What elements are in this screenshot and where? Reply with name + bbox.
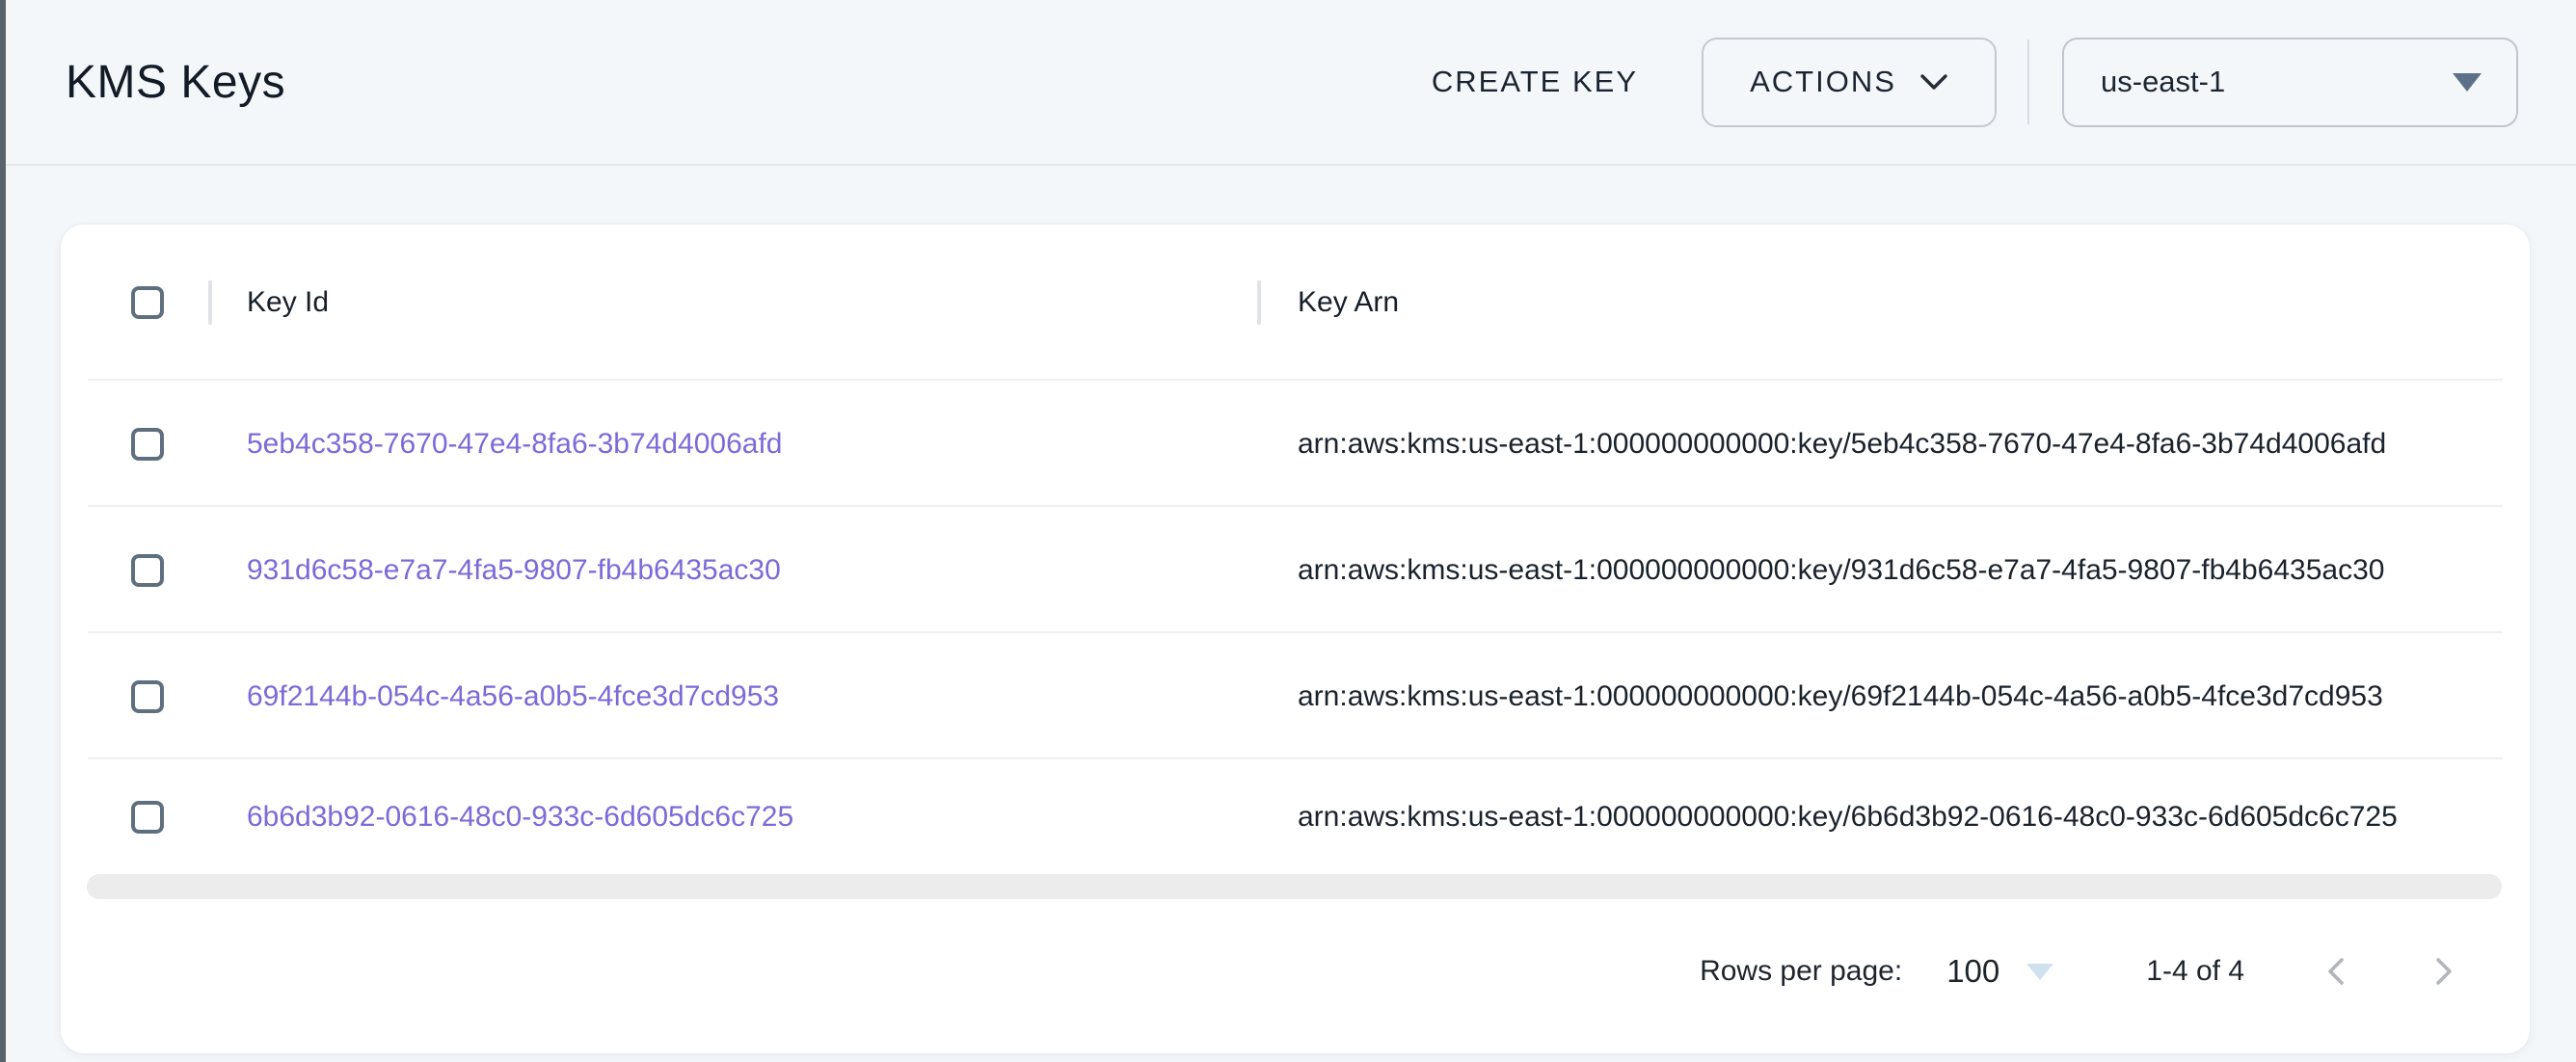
column-header-key-arn[interactable]: Key Arn (1257, 286, 2530, 319)
table-pagination: Rows per page: 100 1-4 of 4 (61, 899, 2530, 1053)
select-all-checkbox[interactable] (131, 286, 164, 319)
row-checkbox[interactable] (131, 554, 164, 587)
triangle-down-icon (2453, 73, 2482, 92)
header-actions: CREATE KEY ACTIONS us-east-1 (1428, 38, 2518, 127)
table-header-row: Key Id Key Arn (61, 225, 2530, 381)
chevron-right-icon (2427, 955, 2459, 988)
header-divider (2027, 40, 2029, 124)
column-header-key-id[interactable]: Key Id (208, 286, 1257, 319)
kms-keys-page: KMS Keys CREATE KEY ACTIONS us-east-1 Ke… (0, 0, 2576, 1062)
rows-per-page-label: Rows per page: (1700, 955, 1902, 988)
row-checkbox[interactable] (131, 428, 164, 461)
row-checkbox[interactable] (131, 680, 164, 713)
pagination-range: 1-4 of 4 (2146, 955, 2244, 988)
table-row: 6b6d3b92-0616-48c0-933c-6d605dc6c725 arn… (61, 759, 2530, 874)
page-header: KMS Keys CREATE KEY ACTIONS us-east-1 (6, 0, 2576, 166)
key-id-link[interactable]: 69f2144b-054c-4a56-a0b5-4fce3d7cd953 (247, 680, 779, 712)
page-title: KMS Keys (66, 56, 285, 109)
region-select-value: us-east-1 (2101, 65, 2225, 99)
table-row: 69f2144b-054c-4a56-a0b5-4fce3d7cd953 arn… (61, 633, 2530, 759)
keys-table-card: Key Id Key Arn 5eb4c358-7670-47e4-8fa6-3… (61, 225, 2530, 1053)
triangle-down-icon (2026, 964, 2053, 980)
key-arn-value: arn:aws:kms:us-east-1:000000000000:key/9… (1298, 554, 2384, 586)
key-id-link[interactable]: 5eb4c358-7670-47e4-8fa6-3b74d4006afd (247, 428, 782, 460)
rows-per-page-select[interactable]: 100 (1946, 953, 2053, 990)
table-row: 931d6c58-e7a7-4fa5-9807-fb4b6435ac30 arn… (61, 507, 2530, 633)
rows-per-page-value: 100 (1946, 953, 1999, 990)
chevron-down-icon (1919, 72, 1948, 92)
actions-button[interactable]: ACTIONS (1702, 38, 1997, 127)
header-checkbox-cell (61, 286, 208, 319)
row-checkbox[interactable] (131, 801, 164, 834)
key-arn-value: arn:aws:kms:us-east-1:000000000000:key/6… (1298, 801, 2398, 833)
horizontal-scrollbar[interactable] (87, 874, 2502, 899)
key-id-link[interactable]: 931d6c58-e7a7-4fa5-9807-fb4b6435ac30 (247, 554, 781, 586)
chevron-left-icon (2321, 955, 2353, 988)
table-row: 5eb4c358-7670-47e4-8fa6-3b74d4006afd arn… (61, 381, 2530, 507)
region-select[interactable]: us-east-1 (2062, 38, 2518, 127)
next-page-button[interactable] (2420, 948, 2466, 995)
key-arn-value: arn:aws:kms:us-east-1:000000000000:key/5… (1298, 428, 2386, 460)
previous-page-button[interactable] (2314, 948, 2360, 995)
actions-button-label: ACTIONS (1750, 65, 1896, 99)
key-arn-value: arn:aws:kms:us-east-1:000000000000:key/6… (1298, 680, 2383, 712)
key-id-link[interactable]: 6b6d3b92-0616-48c0-933c-6d605dc6c725 (247, 801, 793, 833)
create-key-button[interactable]: CREATE KEY (1428, 55, 1642, 109)
